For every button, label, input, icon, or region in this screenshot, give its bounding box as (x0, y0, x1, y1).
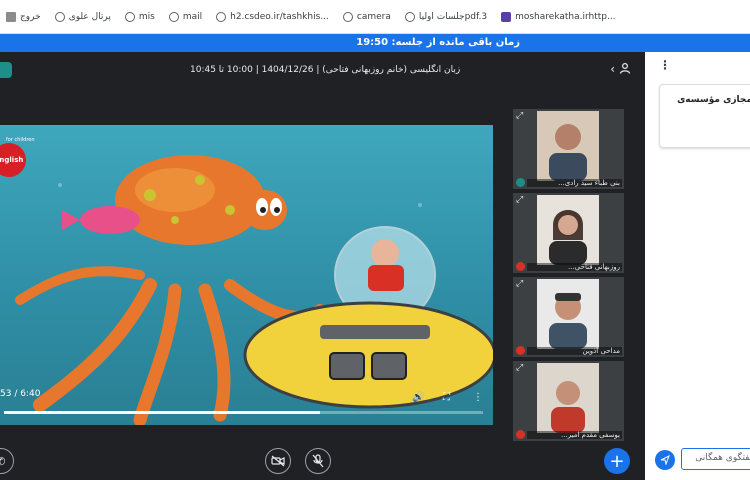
chat-input[interactable]: گفتگوی همگانی (681, 448, 750, 470)
folder-icon (6, 11, 16, 22)
participant-tile[interactable]: ⤢ یوسفی مقدم امیر... (513, 361, 624, 441)
meeting-stage: زبان انگلیسی (خانم روزبهانی فتاحی) | 140… (0, 52, 645, 480)
participant-tile[interactable]: ⤢ روزبهانی فتاحی... (513, 193, 624, 273)
session-timer: زمان باقی مانده از جلسه: 19:50 (356, 37, 520, 48)
participant-list: ⤢ بنی طباء سید رادی... ⤢ روزبهانی فتاحی.… (513, 109, 624, 445)
header-actions: ‹ (610, 62, 631, 77)
user-icon[interactable] (619, 62, 631, 77)
globe-icon (404, 11, 415, 22)
globe-icon (168, 11, 179, 22)
phone-icon: ✆ (0, 454, 6, 468)
institute-card-text: مجازی مؤسسه‌ی (677, 95, 750, 105)
participant-tile[interactable]: ⤢ بنی طباء سید رادی... (513, 109, 624, 189)
bookmark-camera[interactable]: camera (342, 11, 391, 22)
camera-off-icon (271, 455, 285, 467)
microphone-off-icon (516, 346, 525, 355)
english-logo-tagline: for children (6, 137, 35, 143)
leave-button[interactable]: ✆ (0, 448, 14, 474)
participant-name: مداحی آذوین (527, 347, 622, 355)
add-button[interactable]: + (604, 448, 630, 474)
session-timer-bar: زمان باقی مانده از جلسه: 19:50 (0, 34, 750, 52)
more-vertical-icon[interactable]: ⋮ (659, 58, 671, 72)
globe-icon (342, 11, 353, 22)
participant-name: بنی طباء سید رادی... (527, 179, 622, 187)
volume-icon[interactable]: 🔊 (412, 392, 424, 403)
plus-icon: + (609, 450, 625, 472)
bookmark-mail[interactable]: mail (168, 11, 202, 22)
video-time: 53 / 6:40 (0, 389, 41, 399)
chevron-left-icon[interactable]: ‹ (610, 62, 615, 77)
participant-video (537, 363, 599, 433)
bookmark-parents-pdf[interactable]: جلسات اولیاpdf.3 (404, 11, 487, 22)
bookmark-exit[interactable]: خروج (6, 11, 41, 22)
bookmark-mis[interactable]: mis (124, 11, 155, 22)
institute-card: مجازی مؤسسه‌ی (659, 84, 750, 148)
globe-icon (54, 11, 65, 22)
cartoon-scene (15, 155, 493, 425)
microphone-off-icon (312, 454, 324, 468)
video-progress-fill (4, 411, 321, 414)
microphone-toggle-button[interactable] (305, 448, 331, 474)
menu-toggle[interactable] (0, 62, 12, 78)
expand-icon[interactable]: ⤢ (516, 279, 523, 289)
more-vertical-icon[interactable]: ⋮ (473, 392, 483, 403)
send-icon (660, 455, 670, 465)
meeting-header: زبان انگلیسی (خانم روزبهانی فتاحی) | 140… (0, 52, 645, 92)
microphone-off-icon (516, 430, 525, 439)
globe-icon (124, 11, 135, 22)
participant-video (537, 279, 599, 349)
shared-video[interactable]: English for children 53 / 6:40 🔊 ⛶ ⋮ (0, 125, 493, 425)
participant-name: یوسفی مقدم امیر... (527, 431, 622, 439)
send-button[interactable] (655, 450, 675, 470)
participant-name: روزبهانی فتاحی... (527, 263, 622, 271)
bookmarks-bar: خروج پرتال علوی mis mail h2.csdeo.ir/tas… (0, 0, 750, 34)
bookmark-portal[interactable]: پرتال علوی (54, 11, 111, 22)
site-logo-icon (501, 11, 512, 22)
fullscreen-icon[interactable]: ⛶ (443, 392, 450, 403)
expand-icon[interactable]: ⤢ (516, 195, 523, 205)
bookmark-tashkhis[interactable]: h2.csdeo.ir/tashkhis... (216, 11, 329, 22)
video-progress[interactable] (4, 411, 483, 414)
globe-icon (216, 11, 227, 22)
microphone-on-icon (516, 178, 525, 187)
camera-toggle-button[interactable] (265, 448, 291, 474)
expand-icon[interactable]: ⤢ (516, 111, 523, 121)
expand-icon[interactable]: ⤢ (516, 363, 523, 373)
chat-panel: ⋮ مجازی مؤسسه‌ی گفتگوی همگانی (645, 52, 750, 480)
participant-video (537, 195, 599, 265)
participant-tile[interactable]: ⤢ مداحی آذوین (513, 277, 624, 357)
bookmark-mosharekatha[interactable]: mosharekatha.irhttp... (501, 11, 616, 22)
meeting-title: زبان انگلیسی (خانم روزبهانی فتاحی) | 140… (190, 65, 461, 75)
participant-video (537, 111, 599, 181)
microphone-off-icon (516, 262, 525, 271)
